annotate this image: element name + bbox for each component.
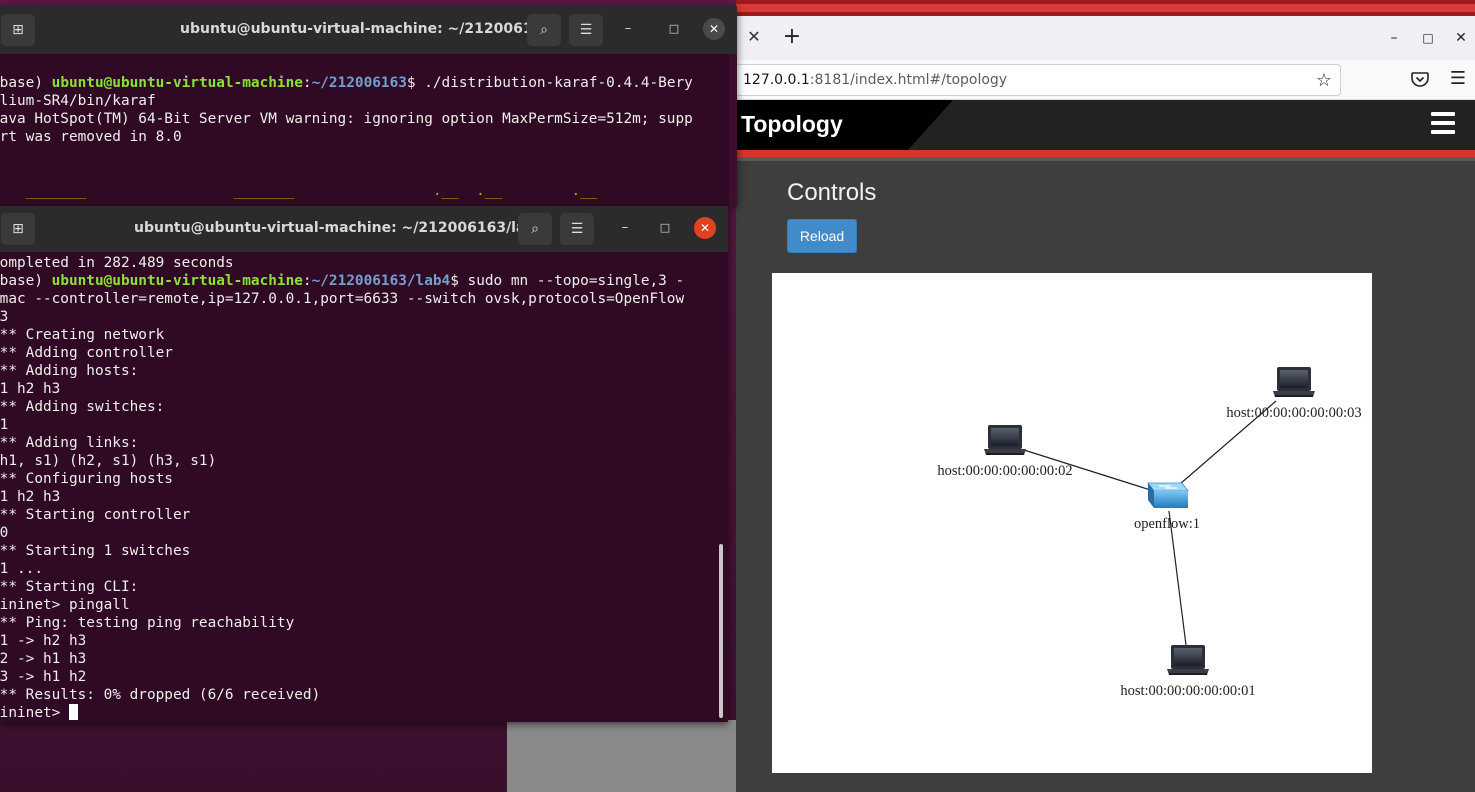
minimize-icon[interactable]: – [1383,27,1405,49]
host-node-h3[interactable] [1273,367,1315,397]
maximize-icon[interactable]: □ [1417,27,1439,49]
minimize-icon[interactable]: – [617,18,639,40]
terminal-window-mininet[interactable]: ⊞ ubuntu@ubuntu-virtual-machine: ~/21200… [0,206,728,722]
terminal-window-karaf[interactable]: ⊞ ubuntu@ubuntu-virtual-machine: ~/21200… [0,6,737,206]
odl-header: Topology [736,100,1475,150]
close-icon[interactable]: ✕ [1450,27,1472,49]
new-tab-icon[interactable]: ⊞ [1,14,35,46]
host-node-h2[interactable] [984,425,1026,455]
terminal-titlebar[interactable]: ⊞ ubuntu@ubuntu-virtual-machine: ~/21200… [0,6,737,54]
host-label-h1: host:00:00:00:00:00:01 [1120,683,1255,699]
app-menu-icon[interactable]: ☰ [1448,68,1468,90]
browser-window: ✕ + – □ ✕ 127.0.0.1:8181/index.html#/top… [736,0,1475,792]
terminal-title: ubuntu@ubuntu-virtual-machine: ~/2120061… [134,220,546,236]
page-title: Topology [741,111,843,137]
search-icon[interactable]: ⌕ [527,14,561,46]
terminal-output: (base) ubuntu@ubuntu-virtual-machine:~/2… [0,75,693,199]
browser-top-accent [736,0,1475,16]
hamburger-menu-icon[interactable] [1431,112,1455,134]
terminal-cursor [68,704,78,720]
navigation-bar: 127.0.0.1:8181/index.html#/topology ☆ ☰ [736,60,1475,100]
bookmark-star-icon[interactable]: ☆ [1316,70,1332,91]
terminal-scroll-track [729,54,737,206]
address-bar[interactable]: 127.0.0.1:8181/index.html#/topology ☆ [736,64,1341,96]
host-label-h3: host:00:00:00:00:00:03 [1226,405,1361,421]
new-tab-icon[interactable]: ⊞ [1,213,35,245]
terminal-titlebar[interactable]: ⊞ ubuntu@ubuntu-virtual-machine: ~/21200… [0,206,728,252]
close-icon[interactable]: ✕ [703,18,725,40]
tab-close-icon[interactable]: ✕ [744,26,764,48]
window-backdrop [507,720,757,792]
controls-heading: Controls [787,179,877,206]
topology-page: Controls Reload host:00:00:00:00:00:02 h… [736,161,1475,792]
search-icon[interactable]: ⌕ [518,213,552,245]
terminal-scrollbar[interactable] [719,544,723,718]
switch-label-s1: openflow:1 [1134,516,1200,532]
close-icon[interactable]: ✕ [694,217,716,239]
terminal-title: ubuntu@ubuntu-virtual-machine: ~/2120061… [180,21,553,37]
tab-bar: ✕ + – □ ✕ [736,16,1475,60]
maximize-icon[interactable]: □ [663,18,685,40]
topology-canvas[interactable]: host:00:00:00:00:00:02 host:00:00:00:00:… [772,273,1372,773]
host-label-h2: host:00:00:00:00:00:02 [937,463,1072,479]
terminal-output: completed in 282.489 seconds (base) ubun… [0,255,685,721]
url-text: 127.0.0.1:8181/index.html#/topology [743,72,1008,88]
hamburger-menu-icon[interactable]: ☰ [560,213,594,245]
new-tab-icon[interactable]: + [780,25,804,49]
minimize-icon[interactable]: – [614,217,636,239]
host-node-h1[interactable] [1167,645,1209,675]
switch-node-s1[interactable] [1147,482,1189,508]
reload-button[interactable]: Reload [787,219,857,253]
maximize-icon[interactable]: □ [654,217,676,239]
hamburger-menu-icon[interactable]: ☰ [569,14,603,46]
header-accent-bar [736,150,1475,157]
pocket-icon[interactable] [1410,69,1430,89]
